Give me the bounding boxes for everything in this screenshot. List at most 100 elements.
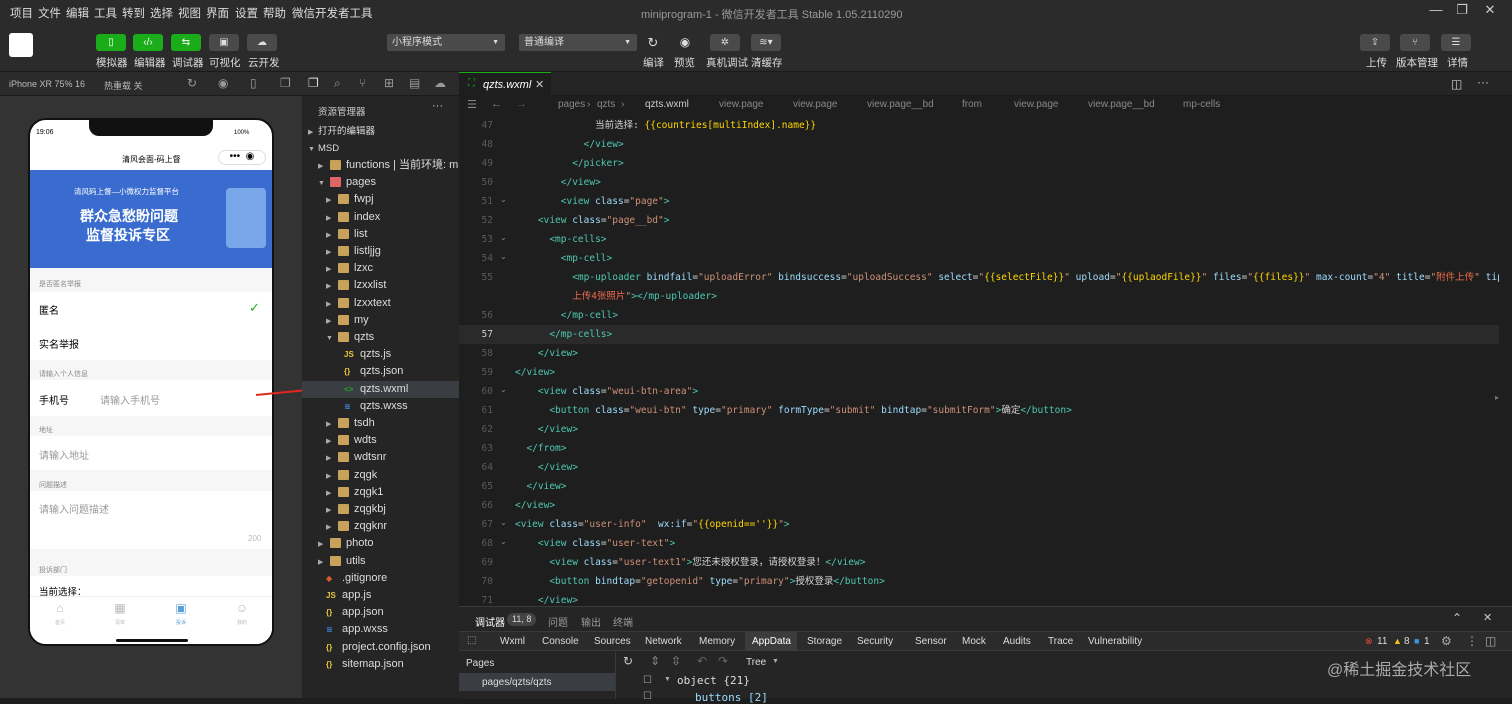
- chevron-up-icon[interactable]: ⌃: [1452, 611, 1462, 625]
- code-line[interactable]: 63 </from>: [459, 439, 1499, 458]
- panel-mock[interactable]: Mock: [962, 636, 986, 647]
- mode-select[interactable]: 小程序模式 ▼: [387, 34, 505, 51]
- fold-icon[interactable]: ⌄: [500, 518, 507, 527]
- close-panel-icon[interactable]: ✕: [1483, 611, 1492, 624]
- crumb-view-page-bd-1[interactable]: view.page__bd: [867, 99, 934, 110]
- panel-sensor[interactable]: Sensor: [915, 636, 947, 647]
- option-realname[interactable]: 实名举报: [39, 336, 79, 351]
- more-icon[interactable]: ···: [1477, 75, 1489, 89]
- tree-file[interactable]: JS qzts.js: [302, 346, 459, 363]
- remote-debug-button[interactable]: ✲: [710, 34, 740, 51]
- menu-project[interactable]: 项目: [10, 5, 33, 21]
- menu-tools[interactable]: 工具: [94, 5, 117, 21]
- search-icon[interactable]: ⌕: [334, 76, 341, 91]
- avatar[interactable]: [9, 33, 33, 57]
- tree-folder[interactable]: ▼ pages: [302, 174, 459, 191]
- tab-complaint[interactable]: ▣ 投诉: [171, 601, 191, 627]
- code-line[interactable]: 65 </view>: [459, 477, 1499, 496]
- menu-wechat-devtools[interactable]: 微信开发者工具: [292, 5, 373, 21]
- root-folder[interactable]: ▼ MSD: [302, 140, 459, 157]
- code-line[interactable]: 58 </view>: [459, 344, 1499, 363]
- panel-audits[interactable]: Audits: [1003, 636, 1031, 647]
- version-button[interactable]: ⑂: [1400, 34, 1430, 51]
- crumb-mp-cells[interactable]: mp-cells: [1183, 99, 1220, 110]
- tree-file[interactable]: ≋ app.wxss: [302, 621, 459, 638]
- tree-mode-select[interactable]: Tree: [746, 657, 766, 668]
- code-line[interactable]: 55 <mp-uploader bindfail="uploadError" b…: [459, 268, 1499, 287]
- phone-icon[interactable]: ▯: [250, 76, 257, 90]
- code-line[interactable]: 49 </picker>: [459, 154, 1499, 173]
- expand-icon[interactable]: ⇕: [650, 654, 660, 668]
- menu-file[interactable]: 文件: [38, 5, 61, 21]
- tab-debugger[interactable]: 调试器: [475, 614, 505, 629]
- fold-icon[interactable]: ⌄: [500, 195, 507, 204]
- desc-input[interactable]: 请输入问题描述: [39, 501, 109, 516]
- code-line[interactable]: 50 </view>: [459, 173, 1499, 192]
- hotreload-select[interactable]: 热重载 关: [104, 79, 143, 92]
- split-icon[interactable]: ◫: [1451, 77, 1462, 91]
- error-count[interactable]: 11: [1377, 636, 1387, 647]
- maximize-icon[interactable]: ❐: [1451, 2, 1473, 22]
- dock-icon[interactable]: ◫: [1485, 634, 1496, 648]
- code-line[interactable]: 52 <view class="page__bd">: [459, 211, 1499, 230]
- code-line[interactable]: 54 <mp-cell>: [459, 249, 1499, 268]
- preview-button[interactable]: ◉: [672, 34, 698, 51]
- tree-folder[interactable]: ▶ zqgk: [302, 467, 459, 484]
- tab-terminal[interactable]: 终端: [613, 614, 633, 629]
- close-icon[interactable]: ✕: [1479, 2, 1501, 22]
- checkbox-icon[interactable]: ☐: [643, 691, 652, 702]
- cloud-icon[interactable]: ☁: [434, 76, 446, 90]
- panel-appdata[interactable]: AppData: [752, 636, 791, 647]
- fold-icon[interactable]: ⌄: [500, 252, 507, 261]
- checkbox-icon[interactable]: ☐: [643, 675, 652, 686]
- tree-folder[interactable]: ▶ lzxxlist: [302, 277, 459, 294]
- tree-folder[interactable]: ▶ functions | 当前环境: m...: [302, 157, 459, 174]
- code-line[interactable]: 59 </view>: [459, 363, 1499, 382]
- code-line[interactable]: 51 <view class="page">: [459, 192, 1499, 211]
- clear-cache-button[interactable]: ≋▾: [751, 34, 781, 51]
- tree-folder[interactable]: ▶ zqgknr: [302, 518, 459, 535]
- menu-help[interactable]: 帮助: [263, 5, 286, 21]
- warning-count[interactable]: 8: [1404, 636, 1410, 647]
- record-icon[interactable]: ◉: [218, 76, 228, 90]
- code-line[interactable]: 64 </view>: [459, 458, 1499, 477]
- menu-settings[interactable]: 设置: [235, 5, 258, 21]
- tree-folder[interactable]: ▶ wdts: [302, 432, 459, 449]
- page-item[interactable]: pages/qzts/qzts: [459, 673, 615, 691]
- tree-file[interactable]: {} app.json: [302, 604, 459, 621]
- open-editors-section[interactable]: ▶ 打开的编辑器: [302, 123, 459, 140]
- tree-folder[interactable]: ▶ index: [302, 209, 459, 226]
- rotate-icon[interactable]: ↻: [187, 76, 197, 90]
- tree-folder[interactable]: ▶ listljjg: [302, 243, 459, 260]
- panel-network[interactable]: Network: [645, 636, 682, 647]
- crumb-qzts[interactable]: qzts: [597, 99, 615, 110]
- panel-storage[interactable]: Storage: [807, 636, 842, 647]
- tree-folder[interactable]: ▶ zqgkbj: [302, 501, 459, 518]
- crumb-file[interactable]: qzts.wxml: [645, 99, 689, 110]
- option-anonymous[interactable]: 匿名: [39, 302, 59, 317]
- code-line-current[interactable]: 57 </mp-cells>: [459, 325, 1499, 344]
- tree-file[interactable]: {} sitemap.json: [302, 656, 459, 673]
- tree-folder[interactable]: ▶ lzxc: [302, 260, 459, 277]
- files-icon[interactable]: ❐: [308, 76, 319, 90]
- fold-icon[interactable]: ⌄: [500, 537, 507, 546]
- menu-goto[interactable]: 转到: [122, 5, 145, 21]
- debug-panel-icon[interactable]: ▤: [409, 76, 420, 90]
- tree-folder[interactable]: ▶ zqgk1: [302, 484, 459, 501]
- refresh-icon[interactable]: ↻: [623, 654, 633, 668]
- tab-qzts-wxml[interactable]: ⛶ qzts.wxml ✕: [459, 72, 551, 96]
- capsule-button[interactable]: ••• ◉: [218, 150, 266, 165]
- code-line[interactable]: 53 <mp-cells>: [459, 230, 1499, 249]
- panel-wxml[interactable]: Wxml: [500, 636, 525, 647]
- code-line[interactable]: 48 </view>: [459, 135, 1499, 154]
- tree-folder[interactable]: ▶ lzxxtext: [302, 295, 459, 312]
- list-icon[interactable]: ☰: [467, 98, 477, 111]
- tab-output[interactable]: 输出: [581, 614, 601, 629]
- code-line[interactable]: 60 <view class="weui-btn-area">: [459, 382, 1499, 401]
- tree-file[interactable]: ≋ qzts.wxss: [302, 398, 459, 415]
- inspect-icon[interactable]: ⬚: [467, 635, 476, 646]
- panel-vulnerability[interactable]: Vulnerability: [1088, 636, 1142, 647]
- device-select[interactable]: iPhone XR 75% 16: [9, 79, 85, 89]
- tree-folder[interactable]: ▶ wdtsnr: [302, 449, 459, 466]
- collapse-icon[interactable]: ⇳: [671, 654, 681, 668]
